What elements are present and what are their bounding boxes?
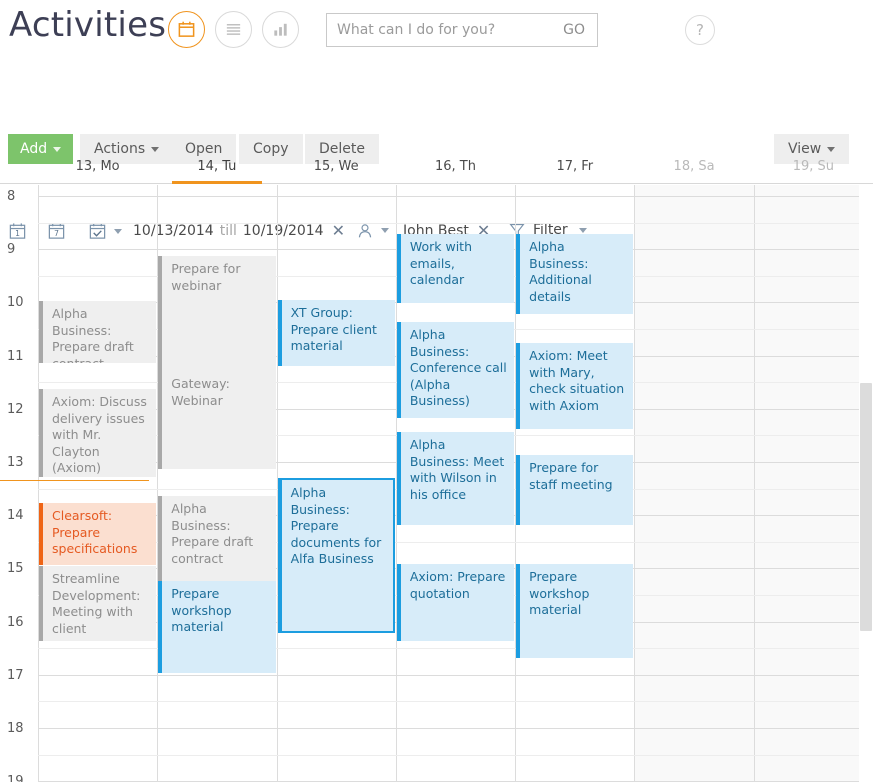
- time-label: 13: [7, 455, 24, 470]
- filter-bar: 1 7 10/13/2014 till 10/19/2014 ✕ John Be…: [0, 106, 873, 240]
- list-icon: [226, 24, 241, 35]
- day-header-label: 17, Fr: [556, 158, 594, 174]
- bar-chart-icon: [274, 23, 287, 36]
- calendar-event-title: Prepare workshop material: [171, 586, 232, 634]
- time-label: 16: [7, 614, 24, 630]
- calendar-event[interactable]: Work with emails, calendar: [396, 234, 515, 303]
- day-header-label: 18, Sa: [673, 158, 715, 174]
- calendar-event[interactable]: Alpha Business: Additional details: [516, 234, 634, 314]
- hour-line: [38, 196, 873, 197]
- calendar-event-title: Alpha Business: Meet with Wilson in his …: [409, 437, 505, 502]
- time-label: 11: [7, 348, 24, 364]
- calendar-view-button[interactable]: [168, 11, 205, 48]
- calendar-event-title: Gateway: Webinar: [171, 376, 230, 408]
- calendar-event[interactable]: XT Group: Prepare client material: [277, 300, 395, 366]
- calendar-event[interactable]: Prepare workshop material: [158, 581, 276, 673]
- calendar-event-title: Axiom: Discuss delivery issues with Mr. …: [52, 394, 147, 475]
- calendar-event-title: Alpha Business: Prepare documents for Al…: [290, 485, 382, 566]
- search-go-button[interactable]: GO: [551, 22, 597, 38]
- calendar-event-title: Alpha Business: Prepare draft contract: [52, 306, 134, 363]
- day-header-row: 13, Mo 14, Tu 15, We 16, Th 17, Fr 18, Sa 19, …: [0, 148, 873, 184]
- calendar-event[interactable]: Prepare workshop material: [516, 564, 634, 658]
- calendar-event[interactable]: Axiom: Meet with Mary, check situation w…: [516, 343, 634, 429]
- calendar-event-title: Alpha Business: Additional details: [529, 239, 592, 304]
- vertical-scrollbar[interactable]: [859, 185, 873, 782]
- calendar-event-title: Prepare workshop material: [529, 569, 590, 617]
- day-header-2[interactable]: 15, We: [277, 148, 396, 184]
- day-header-label: 14, Tu: [197, 158, 237, 174]
- calendar-event[interactable]: Alpha Business: Prepare draft contract: [39, 301, 157, 363]
- calendar-event-title: Axiom: Meet with Mary, check situation w…: [529, 348, 625, 413]
- calendar-grid[interactable]: 891011121314151617181920 Alpha Business:…: [0, 185, 873, 782]
- time-label: 18: [7, 721, 24, 736]
- calendar-event-title: XT Group: Prepare client material: [290, 305, 377, 353]
- half-hour-line: [38, 754, 873, 756]
- time-label: 12: [7, 401, 24, 417]
- calendar-event[interactable]: Streamline Development: Meeting with cli…: [39, 566, 157, 641]
- time-label: 14: [7, 508, 24, 524]
- time-label: 10: [7, 295, 24, 311]
- search-box[interactable]: GO: [326, 13, 598, 47]
- day-header-1[interactable]: 14, Tu: [157, 148, 276, 184]
- search-input[interactable]: [327, 14, 552, 46]
- time-label: 9: [7, 242, 16, 258]
- calendar-event-title: Streamline Development: Meeting with cli…: [52, 571, 141, 636]
- help-button[interactable]: ?: [685, 15, 715, 45]
- calendar-event[interactable]: Axiom: Discuss delivery issues with Mr. …: [39, 389, 157, 477]
- calendar-event-title: Axiom: Prepare quotation: [409, 569, 506, 601]
- calendar-event-title: Clearsoft: Prepare specifications: [52, 508, 138, 556]
- chart-view-button[interactable]: [262, 11, 299, 48]
- day-column-0[interactable]: [38, 185, 157, 782]
- calendar-event[interactable]: Clearsoft: Prepare specifications: [39, 503, 157, 565]
- vertical-scrollbar-thumb[interactable]: [860, 383, 872, 631]
- day-header-3[interactable]: 16, Th: [396, 148, 515, 184]
- day-header-label: 19, Su: [792, 158, 834, 174]
- hour-line: [38, 674, 873, 676]
- calendar-event-title: Alpha Business: Prepare draft contract: [171, 501, 254, 566]
- day-header-0[interactable]: 13, Mo: [38, 148, 157, 184]
- half-hour-line: [38, 222, 873, 224]
- list-view-button[interactable]: [215, 11, 252, 48]
- page-title: Activities: [9, 5, 167, 45]
- day-header-5[interactable]: 18, Sa: [634, 148, 753, 184]
- calendar-event-title: Prepare for webinar: [171, 261, 241, 293]
- calendar-event[interactable]: Alpha Business: Meet with Wilson in his …: [396, 432, 515, 525]
- calendar-event[interactable]: Axiom: Prepare quotation: [396, 564, 515, 641]
- calendar-event[interactable]: Gateway: Webinar: [158, 371, 276, 469]
- calendar-event[interactable]: Alpha Business: Conference call (Alpha B…: [396, 322, 515, 418]
- calendar-event-title: Prepare for staff meeting: [529, 460, 613, 492]
- day-header-label: 16, Th: [434, 158, 476, 174]
- time-label: 8: [7, 189, 16, 204]
- current-time-indicator: [0, 480, 150, 481]
- day-header-6[interactable]: 19, Su: [754, 148, 873, 184]
- calendar-event[interactable]: Prepare for staff meeting: [516, 455, 634, 525]
- half-hour-line: [38, 701, 873, 703]
- calendar-icon: [178, 21, 195, 37]
- calendar-event[interactable]: Prepare for webinar: [158, 256, 276, 371]
- calendar-event-title: Work with emails, calendar: [409, 239, 472, 287]
- day-column-5[interactable]: [634, 185, 754, 782]
- action-toolbar: Add Actions Open Copy Delete View: [0, 60, 873, 164]
- app-header: Activities GO: [0, 0, 873, 60]
- time-label: 19: [7, 774, 24, 782]
- day-header-label: 15, We: [313, 158, 359, 174]
- day-header-label: 13, Mo: [75, 158, 120, 174]
- time-label: 17: [7, 667, 24, 683]
- day-header-4[interactable]: 17, Fr: [515, 148, 634, 184]
- calendar-event-title: Alpha Business: Conference call (Alpha B…: [409, 327, 507, 408]
- day-column-6[interactable]: [753, 185, 873, 782]
- time-label: 15: [7, 561, 24, 577]
- calendar-event[interactable]: Alpha Business: Prepare documents for Al…: [277, 478, 395, 633]
- calendar-event[interactable]: Alpha Business: Prepare draft contract: [158, 496, 276, 581]
- hour-line: [38, 728, 873, 729]
